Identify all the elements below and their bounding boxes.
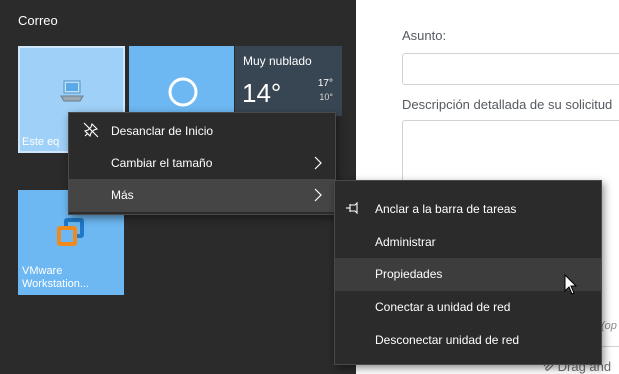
menu-item-more-label: Más bbox=[111, 188, 134, 202]
submenu-item-disconnect-drive[interactable]: Desconectar unidad de red bbox=[335, 324, 601, 357]
chevron-right-icon bbox=[313, 155, 323, 171]
weather-condition: Muy nublado bbox=[243, 54, 312, 68]
menu-item-resize-label: Cambiar el tamaño bbox=[111, 156, 213, 170]
more-submenu: Anclar a la barra de tareas Administrar … bbox=[334, 180, 602, 365]
unpin-icon bbox=[83, 122, 99, 138]
submenu-item-pin-taskbar[interactable]: Anclar a la barra de tareas bbox=[335, 193, 601, 226]
submenu-item-disconnect-drive-label: Desconectar unidad de red bbox=[375, 333, 520, 347]
submenu-item-properties-label: Propiedades bbox=[375, 267, 443, 281]
tile-weather[interactable]: Muy nublado 14° 17° 10° bbox=[235, 46, 342, 116]
chevron-right-icon bbox=[313, 187, 323, 203]
menu-item-unpin-label: Desanclar de Inicio bbox=[111, 124, 214, 138]
submenu-item-properties[interactable]: Propiedades bbox=[335, 258, 601, 291]
pin-taskbar-icon bbox=[345, 200, 361, 216]
tile-this-pc-label: Este eq bbox=[22, 136, 60, 148]
cortana-circle-icon bbox=[167, 76, 199, 113]
weather-temperature: 14° bbox=[242, 78, 282, 108]
weather-low: 10° bbox=[319, 92, 333, 102]
description-label: Descripción detallada de su solicitud bbox=[402, 97, 613, 112]
submenu-item-map-drive[interactable]: Conectar a unidad de red bbox=[335, 291, 601, 324]
group-title: Correo bbox=[18, 13, 58, 28]
subject-input[interactable] bbox=[402, 53, 619, 85]
submenu-item-pin-taskbar-label: Anclar a la barra de tareas bbox=[375, 202, 517, 216]
computer-icon bbox=[58, 76, 88, 111]
subject-label: Asunto: bbox=[402, 28, 447, 43]
mouse-cursor-icon bbox=[564, 273, 578, 301]
tile-vmware-label: VMware Workstation... bbox=[22, 265, 90, 290]
submenu-item-manage[interactable]: Administrar bbox=[335, 226, 601, 259]
optional-hint: (op bbox=[601, 320, 617, 332]
vmware-icon bbox=[54, 215, 88, 254]
tile-context-menu: Desanclar de Inicio Cambiar el tamaño Má… bbox=[68, 112, 336, 215]
weather-high: 17° bbox=[317, 78, 333, 89]
menu-item-resize[interactable]: Cambiar el tamaño bbox=[69, 147, 335, 180]
submenu-item-manage-label: Administrar bbox=[375, 235, 436, 249]
submenu-item-map-drive-label: Conectar a unidad de red bbox=[375, 300, 511, 314]
menu-item-unpin[interactable]: Desanclar de Inicio bbox=[69, 115, 335, 148]
menu-item-more[interactable]: Más bbox=[69, 179, 335, 212]
